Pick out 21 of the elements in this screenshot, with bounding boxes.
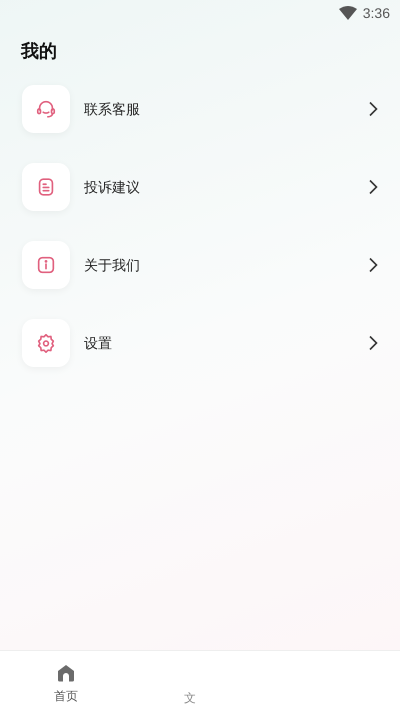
status-time: 3:36 <box>362 4 390 22</box>
menu-label: 关于我们 <box>84 256 141 274</box>
menu-item[interactable]: 关于我们 <box>0 241 400 289</box>
menu-label: 联系客服 <box>84 100 141 118</box>
wifi-icon <box>338 6 357 20</box>
menu-item[interactable]: 投诉建议 <box>0 163 400 211</box>
headset-icon <box>35 98 57 120</box>
menu-item[interactable]: 设置 <box>0 319 400 367</box>
nav-tab[interactable]: 首页 <box>16 663 116 705</box>
page-title: 我的 <box>21 40 57 63</box>
home-icon <box>56 663 76 683</box>
chevron-icon <box>368 101 378 117</box>
chevron-icon <box>368 257 378 273</box>
settings-icon <box>35 332 57 354</box>
nav-tab[interactable]: 文 <box>140 663 240 707</box>
menu-item[interactable]: 联系客服 <box>0 85 400 133</box>
chevron-icon <box>368 335 378 351</box>
menu-label: 设置 <box>84 334 113 352</box>
info-icon <box>35 254 57 276</box>
chevron-icon <box>368 179 378 195</box>
menu-label: 投诉建议 <box>84 178 141 196</box>
